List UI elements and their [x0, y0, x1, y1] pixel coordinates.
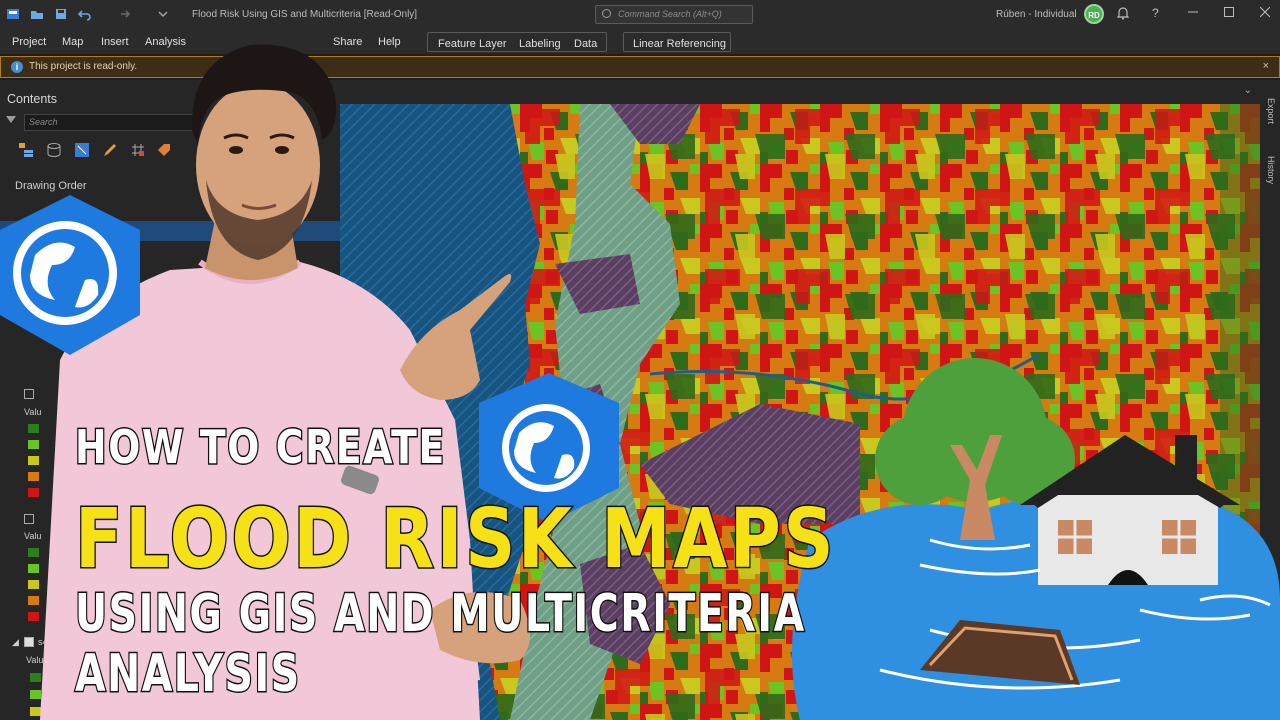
tab-analysis[interactable]: Analysis — [145, 36, 186, 48]
legend-swatch — [28, 472, 39, 481]
contents-search-placeholder: Search — [29, 117, 58, 127]
linear-referencing-context-group: Linear Referencing — [623, 32, 731, 52]
search-icon — [602, 9, 611, 18]
ribbon-tabs: Project Map Insert Analysis Share Help F… — [0, 30, 1280, 54]
close-window-icon[interactable] — [1259, 4, 1271, 21]
tab-project[interactable]: Project — [12, 36, 46, 48]
read-only-notification: i This project is read-only. × — [0, 56, 1280, 78]
legend-label: 2.491 - 2.992 — [47, 707, 101, 717]
legend-swatch — [28, 548, 39, 557]
legend-swatch — [28, 580, 39, 589]
value-heading: Valu — [24, 531, 42, 541]
thumbnail-title-line-1: HOW TO CREATE — [74, 419, 446, 476]
legend-swatch — [28, 440, 39, 449]
list-by-source-icon[interactable] — [46, 142, 62, 158]
user-name[interactable]: Rúben - Individual — [996, 9, 1077, 20]
legend-swatch — [28, 596, 39, 605]
legend-swatch — [28, 564, 39, 573]
legend-swatch — [28, 612, 39, 621]
tab-labeling[interactable]: Labeling — [519, 38, 561, 50]
help-icon[interactable]: ? — [1152, 6, 1159, 20]
layer-visibility-checkbox[interactable] — [24, 637, 34, 647]
contents-search-input[interactable]: Search — [24, 114, 194, 131]
command-search-input[interactable]: Command Search (Alt+Q) — [595, 5, 753, 24]
thumbnail-title-line-2: FLOOD RISK MAPS — [74, 491, 837, 589]
avatar[interactable]: RD — [1084, 4, 1104, 24]
expand-arrow-icon[interactable]: ◢ — [12, 637, 19, 648]
notification-message: This project is read-only. — [29, 61, 138, 72]
value-heading: Value — [26, 655, 49, 665]
tab-map[interactable]: Map — [62, 36, 83, 48]
map-view-header: ⌄ — [340, 80, 1260, 104]
layer-visibility-checkbox[interactable] — [24, 514, 34, 524]
save-icon[interactable] — [54, 7, 70, 23]
legend-swatch — [30, 707, 41, 716]
legend-swatch — [28, 424, 39, 433]
drawing-order-label: Drawing Order — [15, 180, 87, 192]
filter-icon[interactable] — [6, 116, 16, 123]
list-by-selection-icon[interactable] — [74, 142, 90, 158]
tab-help[interactable]: Help — [378, 36, 401, 48]
arcgis-pro-window: Flood Risk Using GIS and Multicriteria [… — [0, 0, 1280, 720]
list-by-labeling-icon[interactable] — [156, 142, 172, 158]
command-search-placeholder: Command Search (Alt+Q) — [618, 9, 722, 19]
thumbnail-title-line-3: USING GIS AND MULTICRITERIA ANALYSIS — [74, 583, 806, 706]
tab-feature-layer[interactable]: Feature Layer — [438, 38, 506, 50]
title-bar: Flood Risk Using GIS and Multicriteria [… — [0, 0, 1280, 30]
export-tab[interactable]: Export — [1266, 98, 1276, 124]
arcgis-logo-icon — [0, 195, 140, 355]
feature-layer-context-group: Feature Layer Labeling Data — [427, 32, 607, 52]
value-heading: Valu — [24, 407, 42, 417]
bell-icon[interactable] — [1116, 6, 1130, 23]
redo-icon[interactable] — [116, 7, 132, 23]
legend-swatch — [30, 673, 41, 682]
app-logo-icon — [6, 7, 22, 23]
open-folder-icon[interactable] — [30, 7, 46, 23]
legend-swatch — [28, 488, 39, 497]
chevron-down-icon[interactable]: ⌄ — [1244, 85, 1252, 96]
tab-data[interactable]: Data — [574, 38, 597, 50]
tab-insert[interactable]: Insert — [101, 36, 129, 48]
customize-toolbar-icon[interactable] — [158, 7, 174, 23]
maximize-icon[interactable] — [1224, 4, 1234, 21]
legend-swatch — [28, 456, 39, 465]
window-title: Flood Risk Using GIS and Multicriteria [… — [192, 9, 418, 20]
info-icon: i — [11, 61, 23, 73]
layer-visibility-checkbox[interactable] — [24, 389, 34, 399]
tab-linear-referencing[interactable]: Linear Referencing — [633, 38, 726, 50]
list-by-snapping-icon[interactable] — [130, 142, 146, 158]
list-by-drawing-order-icon[interactable] — [18, 142, 34, 158]
close-icon[interactable]: × — [1263, 60, 1269, 72]
tab-share[interactable]: Share — [333, 36, 362, 48]
minimize-icon[interactable] — [1188, 4, 1198, 21]
legend-swatch — [30, 690, 41, 699]
contents-header: Contents — [7, 92, 58, 106]
undo-icon[interactable] — [77, 7, 94, 23]
history-tab[interactable]: History — [1266, 156, 1276, 184]
list-by-editing-icon[interactable] — [102, 142, 118, 158]
